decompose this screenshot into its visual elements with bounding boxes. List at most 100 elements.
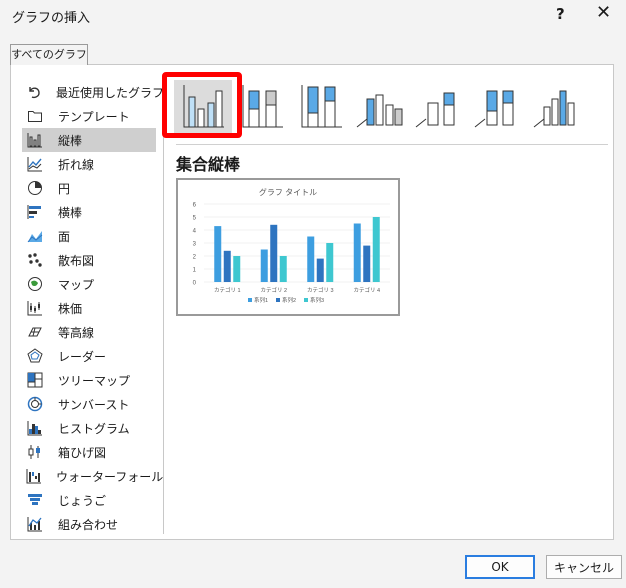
column-chart-icon — [26, 131, 44, 149]
legend-swatch — [248, 298, 252, 302]
3d-clustered-column-icon — [355, 81, 405, 135]
3d-stacked-column-button[interactable] — [410, 80, 468, 136]
sidebar-item-label: テンプレート — [58, 109, 130, 124]
x-tick-label: カテゴリ 1 — [214, 286, 241, 294]
stock-chart-icon — [26, 299, 44, 317]
stacked-column-icon — [239, 81, 285, 135]
y-tick-label: 6 — [193, 203, 197, 209]
folder-icon — [26, 107, 44, 125]
undo-icon — [26, 83, 42, 101]
legend-swatch — [304, 298, 308, 302]
legend-label: 系列1 — [254, 296, 268, 304]
bar-3-1 — [233, 256, 241, 282]
sidebar-item-undo[interactable]: 最近使用したグラフ — [22, 80, 164, 104]
bar-chart-icon — [26, 203, 44, 221]
surface-chart-icon — [26, 323, 44, 341]
chart-category-list: 最近使用したグラフテンプレート縦棒折れ線円横棒面散布図マップ株価等高線レーダーツ… — [22, 80, 164, 536]
sidebar-item-line-chart[interactable]: 折れ線 — [22, 152, 156, 176]
y-tick-label: 1 — [193, 268, 197, 274]
cancel-button[interactable]: キャンセル — [546, 555, 622, 579]
sidebar-item-label: 株価 — [58, 301, 83, 316]
radar-chart-icon — [26, 347, 44, 365]
3d-column-icon — [532, 81, 582, 135]
x-tick-label: カテゴリ 4 — [353, 286, 380, 294]
bar-1-2 — [260, 249, 268, 282]
sidebar-item-combo-chart[interactable]: 組み合わせ — [22, 512, 156, 536]
selection-highlight — [162, 72, 242, 138]
waterfall-chart-icon — [26, 467, 42, 485]
3d-column-button[interactable] — [528, 80, 586, 136]
map-chart-icon — [26, 275, 44, 293]
100-stacked-column-button[interactable] — [292, 80, 350, 136]
combo-chart-icon — [26, 515, 44, 533]
sidebar-item-area-chart[interactable]: 面 — [22, 224, 156, 248]
3d-100-stacked-column-button[interactable] — [469, 80, 527, 136]
sidebar-item-label: 面 — [58, 229, 71, 244]
sidebar-item-scatter-chart[interactable]: 散布図 — [22, 248, 156, 272]
sidebar-item-label: 折れ線 — [58, 157, 95, 172]
area-chart-icon — [26, 227, 44, 245]
sidebar-item-label: サンバースト — [58, 397, 130, 412]
y-tick-label: 4 — [193, 229, 197, 235]
sidebar-item-pie-chart[interactable]: 円 — [22, 176, 156, 200]
scatter-chart-icon — [26, 251, 44, 269]
sunburst-chart-icon — [26, 395, 44, 413]
sidebar-item-funnel-chart[interactable]: じょうご — [22, 488, 156, 512]
sidebar-item-treemap-chart[interactable]: ツリーマップ — [22, 368, 156, 392]
bar-3-2 — [279, 256, 287, 282]
sidebar-item-label: 等高線 — [58, 325, 95, 340]
sidebar-item-map-chart[interactable]: マップ — [22, 272, 156, 296]
close-button[interactable]: ✕ — [596, 2, 611, 23]
sidebar-item-stock-chart[interactable]: 株価 — [22, 296, 156, 320]
sidebar-item-waterfall-chart[interactable]: ウォーターフォール — [22, 464, 163, 488]
y-tick-label: 2 — [193, 255, 197, 261]
line-chart-icon — [26, 155, 44, 173]
3d-clustered-column-button[interactable] — [351, 80, 409, 136]
bar-3-4 — [372, 217, 380, 282]
3d-100-stacked-column-icon — [473, 81, 523, 135]
legend-label: 系列3 — [310, 296, 324, 304]
help-button[interactable]: ? — [556, 5, 565, 23]
pie-chart-icon — [26, 179, 44, 197]
x-tick-label: カテゴリ 2 — [260, 286, 287, 294]
sidebar-item-surface-chart[interactable]: 等高線 — [22, 320, 156, 344]
sidebar-item-label: 円 — [58, 181, 71, 196]
box-whisker-chart-icon — [26, 443, 44, 461]
sidebar-item-label: レーダー — [58, 349, 107, 364]
legend-swatch — [276, 298, 280, 302]
sidebar-item-label: ヒストグラム — [58, 421, 130, 436]
bar-1-1 — [214, 226, 222, 282]
sidebar-item-box-whisker-chart[interactable]: 箱ひげ図 — [22, 440, 156, 464]
sidebar-item-label: 組み合わせ — [58, 517, 119, 532]
sidebar-item-column-chart[interactable]: 縦棒 — [22, 128, 156, 152]
sidebar-item-bar-chart[interactable]: 横棒 — [22, 200, 156, 224]
bar-1-4 — [353, 223, 361, 282]
treemap-chart-icon — [26, 371, 44, 389]
sidebar-item-histogram-chart[interactable]: ヒストグラム — [22, 416, 156, 440]
histogram-chart-icon — [26, 419, 44, 437]
chart-title: グラフ タイトル — [259, 187, 317, 197]
sidebar-item-label: じょうご — [58, 493, 107, 508]
title-bar — [0, 0, 626, 32]
preview-area — [176, 316, 400, 536]
sidebar-item-radar-chart[interactable]: レーダー — [22, 344, 156, 368]
tab-all-charts[interactable]: すべてのグラフ — [10, 44, 88, 65]
bar-2-1 — [223, 250, 231, 282]
ok-button[interactable]: OK — [465, 555, 535, 579]
chart-preview[interactable]: グラフ タイトル 0 1 2 3 4 5 6 カテゴリ 1 カテゴリ 2 カテゴリ 3 カテゴリ 4… — [176, 178, 400, 316]
sidebar-item-label: 横棒 — [58, 205, 83, 220]
dialog-title: グラフの挿入 — [12, 11, 91, 26]
sidebar-item-label: マップ — [58, 277, 95, 292]
sidebar-item-label: 箱ひげ図 — [58, 445, 107, 460]
sidebar-item-label: 散布図 — [58, 253, 95, 268]
bar-3-3 — [326, 243, 334, 282]
x-tick-label: カテゴリ 3 — [307, 286, 334, 294]
divider — [163, 74, 164, 534]
sidebar-item-sunburst-chart[interactable]: サンバースト — [22, 392, 156, 416]
bar-2-3 — [316, 258, 324, 282]
legend-label: 系列2 — [282, 296, 296, 304]
3d-stacked-column-icon — [414, 81, 464, 135]
100-stacked-column-icon — [298, 81, 344, 135]
y-tick-label: 5 — [193, 216, 197, 222]
sidebar-item-folder[interactable]: テンプレート — [22, 104, 156, 128]
